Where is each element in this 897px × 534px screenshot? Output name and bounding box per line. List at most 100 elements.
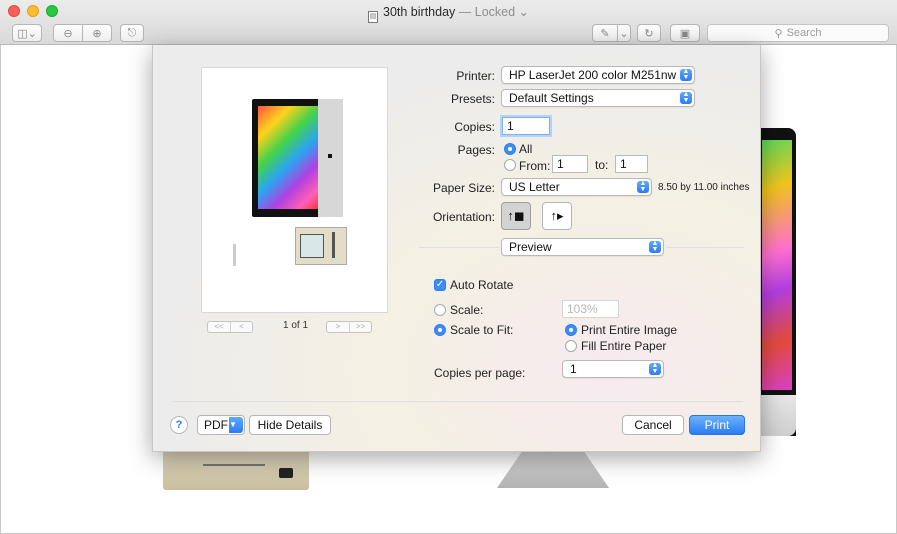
paper-size-value: US Letter — [509, 180, 560, 194]
print-section-value: Preview — [509, 240, 552, 254]
toolbox-button[interactable]: ▣ — [670, 24, 700, 42]
markup-button[interactable]: ✎ — [592, 24, 618, 42]
copies-per-page-label: Copies per page: — [434, 366, 526, 380]
printer-value: HP LaserJet 200 color M251nw — [509, 68, 677, 82]
chevron-down-icon: ▼ — [229, 417, 243, 433]
fill-entire-paper-radio[interactable] — [565, 340, 577, 352]
last-page-button[interactable]: >> — [349, 322, 371, 332]
cancel-button[interactable]: Cancel — [622, 415, 684, 435]
print-entire-image-label: Print Entire Image — [581, 323, 678, 337]
pen-icon: ✎ — [600, 27, 610, 40]
copies-label: Copies: — [454, 120, 495, 134]
pages-from-input[interactable]: 1 — [552, 155, 588, 173]
scale-input[interactable]: 103% — [562, 300, 619, 318]
scale-to-fit-radio[interactable] — [434, 324, 446, 336]
copies-per-page-select[interactable]: 1 ▲ ▼ — [562, 360, 664, 378]
classic-mac-image — [163, 452, 309, 490]
pages-from-radio[interactable] — [504, 159, 516, 171]
rotate-icon: ↻ — [644, 27, 654, 40]
print-button[interactable]: Print — [689, 415, 745, 435]
floppy-slot — [203, 464, 265, 466]
preview-imac-stand — [318, 99, 343, 217]
pages-from-label: From: — [519, 159, 551, 173]
printer-select[interactable]: HP LaserJet 200 color M251nw ▲ ▼ — [501, 66, 695, 84]
pages-all-label: All — [519, 142, 533, 156]
preview-mac-bar — [332, 232, 335, 258]
search-input[interactable]: ⚲ Search — [707, 24, 889, 42]
window-title[interactable]: ▤ 30th birthday — Locked ⌄ — [0, 4, 897, 23]
document-title: 30th birthday — [383, 5, 456, 19]
printer-label: Printer: — [456, 69, 495, 83]
locked-status: — Locked ⌄ — [458, 5, 529, 19]
copies-per-page-value: 1 — [570, 362, 577, 376]
pdf-label: PDF — [204, 418, 228, 432]
presets-value: Default Settings — [509, 91, 594, 105]
chevron-updown-icon: ▲ ▼ — [649, 240, 661, 253]
scale-radio[interactable] — [434, 304, 446, 316]
separator — [666, 247, 744, 248]
zoom-in-icon: ⊕ — [92, 27, 102, 40]
preview-nav-forward: > >> — [326, 321, 372, 333]
orientation-label: Orientation: — [432, 210, 495, 224]
copies-input[interactable]: 1 — [502, 117, 550, 135]
help-button[interactable]: ? — [170, 416, 188, 434]
zoom-in-button[interactable]: ⊕ — [82, 24, 112, 42]
page-count: 1 of 1 — [283, 320, 309, 331]
hide-details-button[interactable]: Hide Details — [249, 415, 331, 435]
paper-size-dimensions: 8.50 by 11.00 inches — [658, 182, 750, 193]
pages-all-radio[interactable] — [504, 143, 516, 155]
first-page-button[interactable]: << — [208, 322, 230, 332]
checkmark-icon: ✓ — [435, 279, 445, 290]
presets-label: Presets: — [450, 92, 495, 106]
scale-label: Scale: — [450, 303, 484, 317]
chevron-down-icon: ⌄ — [619, 27, 629, 40]
scale-to-fit-label: Scale to Fit: — [450, 323, 514, 337]
separator — [419, 247, 499, 248]
zoom-out-icon: ⊖ — [63, 27, 73, 40]
preview-mac-screen — [300, 234, 324, 258]
share-button[interactable]: ⎋ — [120, 24, 144, 42]
fill-entire-paper-label: Fill Entire Paper — [581, 339, 667, 353]
imac-screen — [762, 140, 792, 390]
port — [279, 468, 293, 478]
pages-to-label: to: — [595, 158, 609, 172]
footer-separator — [173, 401, 743, 402]
rotate-button[interactable]: ↻ — [637, 24, 661, 42]
search-placeholder: Search — [786, 27, 822, 39]
pdf-menu-button[interactable]: PDF ▼ — [197, 415, 245, 435]
print-preview-page — [201, 67, 388, 313]
search-icon: ⚲ — [774, 27, 783, 40]
zoom-out-button[interactable]: ⊖ — [53, 24, 83, 42]
chevron-updown-icon: ▲ ▼ — [680, 91, 692, 104]
preview-imac-screen — [258, 106, 318, 209]
chevron-updown-icon: ▲ ▼ — [637, 180, 649, 193]
paper-size-label: Paper Size: — [432, 181, 495, 195]
markup-menu-button[interactable]: ⌄ — [617, 24, 631, 42]
pages-to-input[interactable]: 1 — [615, 155, 648, 173]
landscape-icon: ↑▸ — [550, 208, 564, 223]
print-section-select[interactable]: Preview ▲ ▼ — [501, 238, 664, 256]
chevron-updown-icon: ▲ ▼ — [680, 68, 692, 81]
pages-label: Pages: — [457, 143, 495, 157]
preview-small-mark — [233, 244, 236, 266]
print-entire-image-radio[interactable] — [565, 324, 577, 336]
next-page-button[interactable]: > — [327, 322, 349, 332]
paper-size-select[interactable]: US Letter ▲ ▼ — [501, 178, 652, 196]
sidebar-icon: ◫⌄ — [17, 27, 37, 40]
chevron-updown-icon: ▲ ▼ — [649, 362, 661, 375]
portrait-icon: ↑◼ — [507, 208, 525, 223]
auto-rotate-label: Auto Rotate — [450, 278, 514, 292]
portrait-orientation-button[interactable]: ↑◼ — [501, 202, 531, 230]
share-icon: ⎋ — [127, 26, 137, 39]
document-icon: ▤ — [368, 11, 378, 23]
auto-rotate-checkbox[interactable]: ✓ — [434, 279, 446, 291]
previous-page-button[interactable]: < — [230, 322, 252, 332]
print-dialog: << < 1 of 1 > >> Printer: HP LaserJet 20… — [152, 45, 761, 452]
window-titlebar: ▤ 30th birthday — Locked ⌄ ◫⌄ ⊖ ⊕ ⎋ ✎ ⌄ ↻… — [0, 0, 897, 45]
sidebar-toggle-button[interactable]: ◫⌄ — [12, 24, 42, 42]
presets-select[interactable]: Default Settings ▲ ▼ — [501, 89, 695, 107]
landscape-orientation-button[interactable]: ↑▸ — [542, 202, 572, 230]
toolbox-icon: ▣ — [679, 27, 691, 40]
preview-mac-thumbnail — [295, 227, 347, 265]
preview-imac-thumbnail — [252, 99, 343, 217]
